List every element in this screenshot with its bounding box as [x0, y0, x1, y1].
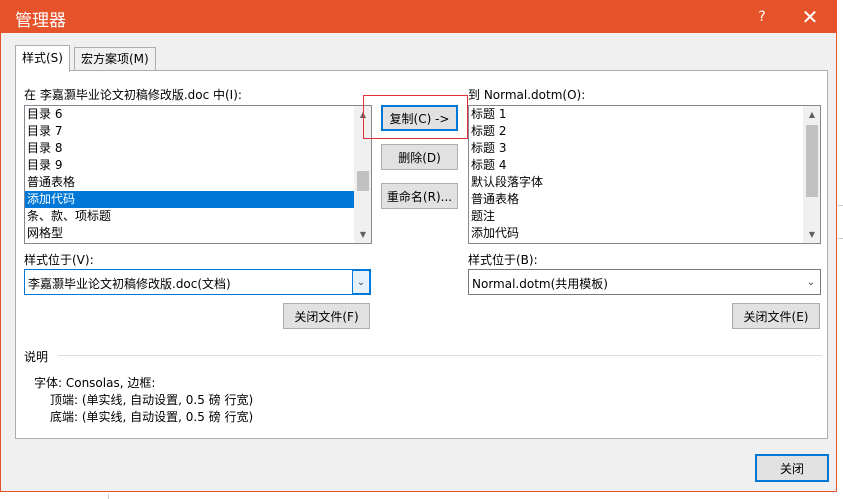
- list-item[interactable]: 题注: [469, 208, 820, 225]
- tab-styles[interactable]: 样式(S): [15, 45, 70, 72]
- list-item[interactable]: 添加代码: [25, 191, 371, 208]
- close-icon: ✕: [801, 5, 819, 29]
- right-list-label: 到 Normal.dotm(O):: [468, 88, 586, 102]
- left-close-file-button[interactable]: 关闭文件(F): [283, 303, 370, 329]
- scroll-down-icon[interactable]: ▼: [804, 226, 820, 243]
- left-styles-list[interactable]: 目录 6 目录 7 目录 8 目录 9 普通表格 添加代码 条、款、项标题 网格型 ▲ ▼: [24, 105, 372, 244]
- help-button[interactable]: ?: [739, 1, 785, 33]
- background-edge-bottom: [108, 494, 109, 499]
- description-line-2: 顶端: (单实线, 自动设置, 0.5 磅 行宽): [50, 393, 254, 407]
- left-styles-in-value: 李嘉灏毕业论文初稿修改版.doc(文档): [28, 277, 231, 291]
- scroll-up-icon[interactable]: ▲: [355, 106, 371, 123]
- left-styles-in-label: 样式位于(V):: [24, 253, 94, 267]
- rename-button[interactable]: 重命名(R)...: [381, 183, 458, 209]
- chevron-down-icon[interactable]: ⌄: [802, 270, 820, 294]
- list-item[interactable]: 标题 3: [469, 140, 820, 157]
- list-item[interactable]: 标题 2: [469, 123, 820, 140]
- list-item[interactable]: 条、款、项标题: [25, 208, 371, 225]
- list-item[interactable]: 目录 7: [25, 123, 371, 140]
- chevron-down-icon[interactable]: ⌄: [352, 270, 370, 294]
- styles-tab-panel: 在 李嘉灏毕业论文初稿修改版.doc 中(I): 目录 6 目录 7 目录 8 目录 …: [15, 70, 828, 439]
- copy-button[interactable]: 复制(C) ->: [381, 105, 458, 131]
- description-line-3: 底端: (单实线, 自动设置, 0.5 磅 行宽): [50, 410, 254, 424]
- list-item[interactable]: 标题 4: [469, 157, 820, 174]
- description-separator: [58, 355, 822, 356]
- window-title: 管理器: [15, 11, 66, 31]
- left-list-items: 目录 6 目录 7 目录 8 目录 9 普通表格 添加代码 条、款、项标题 网格型: [25, 106, 371, 242]
- list-item[interactable]: 目录 8: [25, 140, 371, 157]
- description-line-1: 字体: Consolas, 边框:: [34, 376, 156, 390]
- right-styles-in-combo[interactable]: Normal.dotm(共用模板) ⌄: [468, 269, 821, 295]
- list-item[interactable]: 普通表格: [469, 191, 820, 208]
- close-button[interactable]: 关闭: [755, 454, 829, 482]
- organizer-dialog: 管理器 ? ✕ 样式(S) 宏方案项(M) 在 李嘉灏毕业论文初稿修改版.doc…: [0, 0, 837, 492]
- left-list-scrollbar[interactable]: ▲ ▼: [354, 106, 371, 243]
- left-scroll-thumb[interactable]: [357, 171, 369, 191]
- list-item[interactable]: 标题 1: [469, 106, 820, 123]
- help-icon: ?: [758, 9, 766, 25]
- title-bar: 管理器 ? ✕: [1, 1, 836, 33]
- right-styles-list[interactable]: 标题 1 标题 2 标题 3 标题 4 默认段落字体 普通表格 题注 添加代码 ▲ ▼: [468, 105, 821, 244]
- right-list-scrollbar[interactable]: ▲ ▼: [803, 106, 820, 243]
- list-item[interactable]: 添加代码: [469, 225, 820, 242]
- scroll-down-icon[interactable]: ▼: [355, 226, 371, 243]
- delete-button[interactable]: 删除(D): [381, 144, 458, 170]
- background-edge-right-2: [838, 238, 843, 239]
- description-header: 说明: [24, 350, 49, 364]
- close-window-button[interactable]: ✕: [787, 1, 833, 33]
- list-item[interactable]: 网格型: [25, 225, 371, 242]
- background-edge-right: [838, 205, 843, 206]
- list-item[interactable]: 普通表格: [25, 174, 371, 191]
- list-item[interactable]: 目录 6: [25, 106, 371, 123]
- scroll-up-icon[interactable]: ▲: [804, 106, 820, 123]
- right-scroll-thumb[interactable]: [806, 125, 818, 197]
- left-list-label: 在 李嘉灏毕业论文初稿修改版.doc 中(I):: [24, 88, 242, 102]
- tab-macro-project-items[interactable]: 宏方案项(M): [74, 47, 156, 71]
- right-close-file-button[interactable]: 关闭文件(E): [732, 303, 820, 329]
- list-item[interactable]: 目录 9: [25, 157, 371, 174]
- right-styles-in-label: 样式位于(B):: [468, 253, 538, 267]
- right-styles-in-value: Normal.dotm(共用模板): [472, 277, 608, 291]
- list-item[interactable]: 默认段落字体: [469, 174, 820, 191]
- right-list-items: 标题 1 标题 2 标题 3 标题 4 默认段落字体 普通表格 题注 添加代码: [469, 106, 820, 242]
- left-styles-in-combo[interactable]: 李嘉灏毕业论文初稿修改版.doc(文档) ⌄: [24, 269, 371, 295]
